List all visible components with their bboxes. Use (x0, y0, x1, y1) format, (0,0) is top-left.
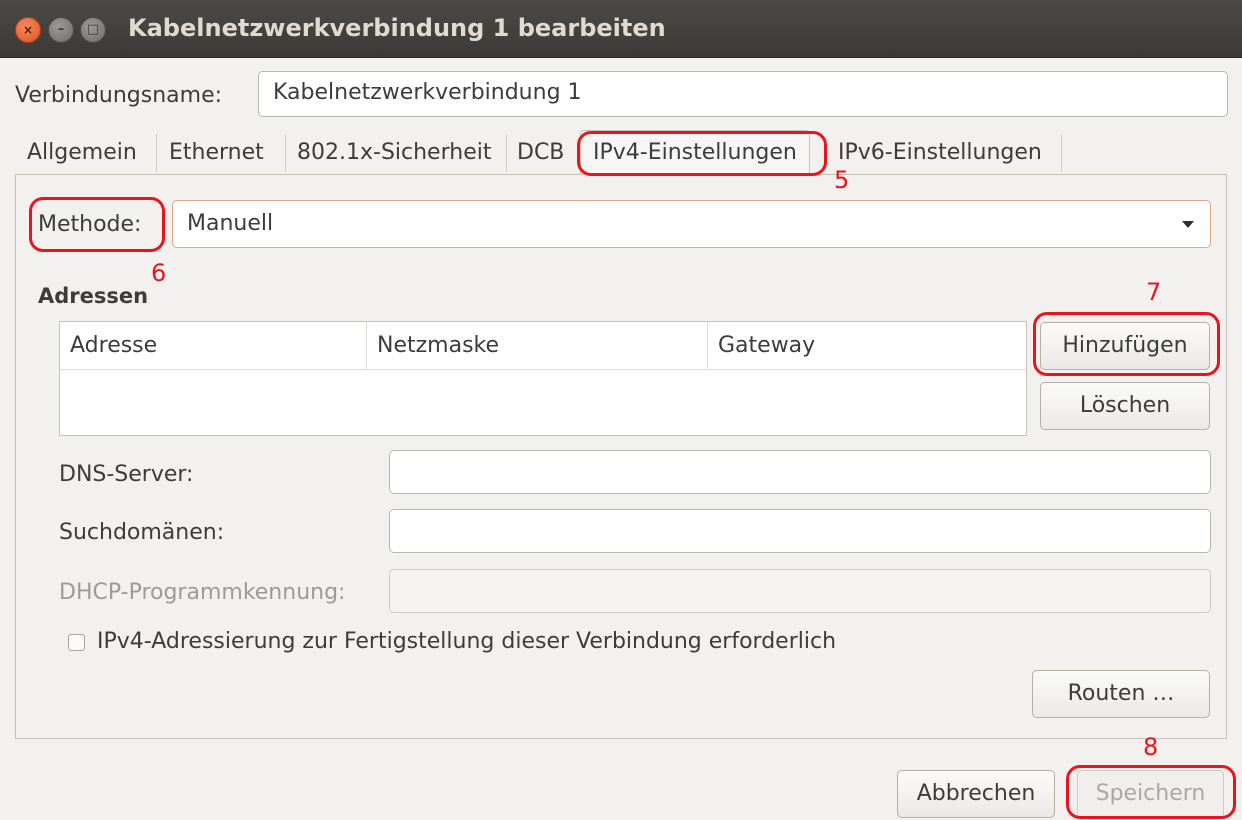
dhcp-client-id-label: DHCP-Programmkennung: (59, 580, 346, 605)
tab-separator (156, 134, 157, 172)
addresses-table[interactable]: Adresse Netzmaske Gateway (59, 321, 1027, 436)
cancel-button[interactable]: Abbrechen (897, 770, 1055, 818)
dhcp-client-id-input[interactable] (389, 569, 1211, 613)
tab-separator (1061, 134, 1062, 172)
connection-name-label: Verbindungsname: (15, 83, 223, 108)
require-ipv4-checkbox[interactable] (68, 634, 85, 651)
dropdown-arrow-icon (1182, 221, 1194, 228)
routes-button[interactable]: Routen … (1032, 670, 1210, 718)
column-header-netmask[interactable]: Netzmaske (367, 322, 707, 370)
delete-address-button[interactable]: Löschen (1040, 382, 1210, 430)
maximize-icon: □ (86, 22, 100, 37)
window-titlebar: × – □ Kabelnetzwerkverbindung 1 bearbeit… (0, 0, 1242, 58)
tab-allgemein[interactable]: Allgemein (27, 130, 137, 176)
tab-8021x-security[interactable]: 802.1x-Sicherheit (297, 130, 491, 176)
search-domains-label: Suchdomänen: (59, 520, 225, 545)
minimize-icon: – (57, 22, 65, 37)
tab-separator (285, 134, 286, 172)
annotation-number-7: 7 (1146, 278, 1162, 306)
column-header-gateway[interactable]: Gateway (708, 322, 1026, 370)
tab-ipv6-settings[interactable]: IPv6-Einstellungen (838, 130, 1042, 176)
tab-ethernet[interactable]: Ethernet (169, 130, 264, 176)
annotation-highlight-ipv4-tab (577, 131, 827, 176)
addresses-section-title: Adressen (38, 284, 149, 308)
tab-dcb[interactable]: DCB (517, 130, 564, 176)
method-dropdown-value: Manuell (187, 211, 274, 236)
annotation-number-8: 8 (1143, 733, 1159, 761)
search-domains-input[interactable] (389, 509, 1211, 553)
connection-name-input[interactable]: Kabelnetzwerkverbindung 1 (258, 71, 1228, 117)
annotation-highlight-add-button (1033, 312, 1220, 376)
maximize-window-button[interactable]: □ (80, 17, 106, 43)
annotation-number-6: 6 (151, 259, 167, 287)
addresses-table-header: Adresse Netzmaske Gateway (60, 322, 1026, 370)
close-icon: × (22, 23, 34, 37)
window-title: Kabelnetzwerkverbindung 1 bearbeiten (128, 14, 666, 42)
close-window-button[interactable]: × (15, 17, 41, 43)
annotation-highlight-save-button (1066, 765, 1236, 819)
dns-server-input[interactable] (389, 450, 1211, 494)
annotation-highlight-method (29, 197, 165, 252)
require-ipv4-checkbox-label[interactable]: IPv4-Adressierung zur Fertigstellung die… (97, 629, 836, 654)
method-dropdown[interactable]: Manuell (172, 200, 1211, 248)
dns-server-label: DNS-Server: (59, 462, 194, 487)
annotation-number-5: 5 (834, 166, 850, 194)
minimize-window-button[interactable]: – (48, 17, 74, 43)
column-header-address[interactable]: Adresse (60, 322, 366, 370)
tab-separator (506, 134, 507, 172)
